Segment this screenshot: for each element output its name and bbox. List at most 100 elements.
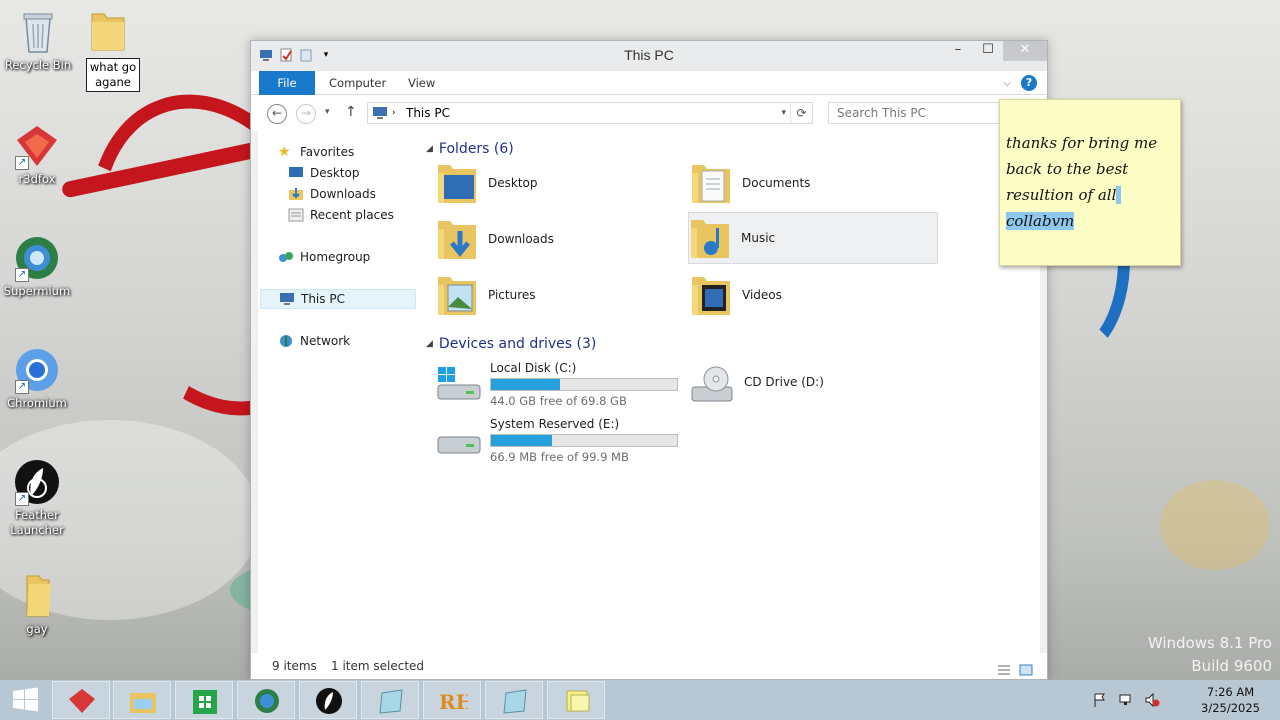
breadcrumb[interactable]: This PC	[406, 103, 450, 123]
forward-button[interactable]: →	[296, 104, 316, 124]
note-line: thanks for bring me	[1006, 134, 1158, 152]
taskbar: RH 7:26 AM 3/25/2025	[0, 680, 1280, 720]
refresh-icon[interactable]: ⟳	[790, 103, 812, 123]
breadcrumb-separator-icon[interactable]: ›	[392, 103, 396, 123]
search-input[interactable]: Search This PC	[828, 102, 1028, 124]
taskbar-item-feather-launcher[interactable]	[299, 681, 357, 719]
downloads-icon	[288, 187, 304, 201]
note-line: back to the best	[1006, 160, 1129, 178]
nav-label: Favorites	[300, 145, 355, 159]
taskbar-item-supermium[interactable]	[237, 681, 295, 719]
drive-cd-d[interactable]: CD Drive (D:)	[690, 361, 940, 411]
collapse-icon[interactable]: ◢	[426, 339, 433, 349]
recent-locations-icon[interactable]: ▾	[325, 107, 330, 117]
videos-folder-icon	[690, 271, 734, 319]
up-button[interactable]: ↑	[345, 104, 357, 120]
close-button[interactable]: ✕	[1003, 41, 1047, 61]
minimize-button[interactable]: –	[943, 41, 973, 61]
network-icon[interactable]	[1118, 692, 1134, 708]
desktop-icon-r3dfox[interactable]: ↗ r3dfox	[0, 122, 74, 187]
tab-view[interactable]: View	[396, 71, 447, 95]
selection-highlight	[1116, 186, 1122, 204]
nav-label: Network	[300, 334, 351, 348]
navigation-pane: ★ Favorites Desktop Downloads Recent pla…	[258, 131, 416, 653]
ribbon-tabs: File Computer View ⌵ ?	[251, 71, 1047, 95]
maximize-button[interactable]: ☐	[973, 41, 1003, 61]
back-button[interactable]: ←	[267, 104, 287, 124]
status-item-count: 9 items	[272, 659, 317, 673]
taskbar-item-r3dfox[interactable]	[52, 681, 110, 719]
nav-item-this-pc[interactable]: This PC	[260, 289, 416, 309]
folder-desktop[interactable]: Desktop	[436, 157, 686, 209]
nav-item-recent-places[interactable]: Recent places	[288, 205, 394, 225]
nav-item-homegroup[interactable]: Homegroup	[278, 247, 370, 267]
desktop-folder-renaming[interactable]	[88, 8, 128, 54]
folder-documents[interactable]: Documents	[690, 157, 940, 209]
drive-system-reserved-e[interactable]: System Reserved (E:) 66.9 MB free of 99.…	[436, 417, 686, 467]
status-selection: 1 item selected	[331, 659, 425, 673]
supermium-icon: ↗	[13, 234, 61, 282]
taskbar-item-sticky-notes[interactable]	[547, 681, 605, 719]
music-folder-icon	[689, 214, 733, 262]
address-bar[interactable]: › This PC ▾ ⟳	[367, 102, 813, 124]
nav-label: This PC	[301, 292, 345, 306]
taskbar-item-window[interactable]	[361, 681, 419, 719]
folder-videos[interactable]: Videos	[690, 269, 940, 321]
wallpaper-yellow-blob	[1160, 480, 1270, 570]
desktop-icon-supermium[interactable]: ↗ Supermium	[0, 234, 74, 299]
sticky-note[interactable]: thanks for bring me back to the best res…	[999, 99, 1181, 266]
address-dropdown-icon[interactable]: ▾	[781, 103, 786, 123]
shortcut-arrow-icon: ↗	[15, 492, 29, 506]
expand-ribbon-icon[interactable]: ⌵	[1003, 78, 1011, 89]
explorer-window: ▾ This PC – ☐ ✕ File Computer View ⌵ ? ←…	[250, 40, 1048, 680]
status-bar: 9 items 1 item selected	[251, 653, 1047, 679]
taskbar-item-file-explorer[interactable]	[113, 681, 171, 719]
chromium-icon: ↗	[13, 346, 61, 394]
help-icon[interactable]: ?	[1021, 75, 1037, 91]
taskbar-item-rh[interactable]: RH	[423, 681, 481, 719]
desktop-icon-recycle-bin[interactable]: Recycle Bin	[1, 8, 75, 73]
folder-downloads[interactable]: Downloads	[436, 213, 686, 265]
window-title: This PC	[624, 47, 674, 63]
folder-music[interactable]: Music	[688, 212, 938, 264]
tab-file[interactable]: File	[259, 71, 315, 95]
window-icon	[500, 687, 530, 715]
rename-input[interactable]: what go agane	[86, 58, 140, 92]
desktop-icon-feather-launcher[interactable]: ↗ Feather Launcher	[0, 458, 74, 538]
clock[interactable]: 7:26 AM 3/25/2025	[1201, 684, 1260, 716]
nav-item-favorites[interactable]: ★ Favorites	[278, 142, 354, 162]
taskbar-item-store[interactable]	[175, 681, 233, 719]
nav-item-network[interactable]: Network	[278, 331, 350, 351]
nav-item-downloads[interactable]: Downloads	[288, 184, 376, 204]
homegroup-icon	[278, 250, 294, 264]
desktop-icon-folder[interactable]: gay	[0, 572, 74, 637]
feather-launcher-icon: ↗	[13, 458, 61, 506]
supermium-icon	[252, 687, 282, 715]
group-header-devices[interactable]: ◢ Devices and drives (3)	[426, 336, 596, 352]
store-icon	[190, 687, 220, 715]
drive-name: Local Disk (C:)	[490, 361, 577, 375]
shortcut-arrow-icon: ↗	[15, 268, 29, 282]
taskbar-item-window-2[interactable]	[485, 681, 543, 719]
tab-computer[interactable]: Computer	[317, 71, 398, 95]
nav-item-desktop[interactable]: Desktop	[288, 163, 360, 183]
system-tray	[1092, 692, 1160, 708]
window-controls: – ☐ ✕	[943, 41, 1047, 61]
content-pane: ◢ Folders (6) Desktop Documents Download…	[422, 131, 1040, 653]
volume-muted-icon[interactable]	[1144, 692, 1160, 708]
collapse-icon[interactable]: ◢	[426, 144, 433, 154]
drive-local-disk-c[interactable]: Local Disk (C:) 44.0 GB free of 69.8 GB	[436, 361, 686, 411]
title-bar[interactable]: ▾ This PC – ☐ ✕	[251, 41, 1047, 71]
ribbon-controls: ⌵ ?	[1003, 75, 1037, 91]
note-text: resultion of all	[1006, 186, 1117, 204]
folder-pictures[interactable]: Pictures	[436, 269, 686, 321]
clock-time: 7:26 AM	[1206, 685, 1255, 699]
desktop-icon-chromium[interactable]: ↗ Chromium	[0, 346, 74, 411]
windows-watermark: Windows 8.1 Pro Build 9600	[1148, 632, 1272, 678]
group-header-label: Devices and drives (3)	[438, 336, 597, 352]
start-button[interactable]	[0, 680, 50, 720]
action-center-flag-icon[interactable]	[1092, 692, 1108, 708]
group-header-folders[interactable]: ◢ Folders (6)	[426, 141, 514, 157]
nav-label: Recent places	[310, 208, 394, 222]
folder-icon	[13, 572, 61, 620]
